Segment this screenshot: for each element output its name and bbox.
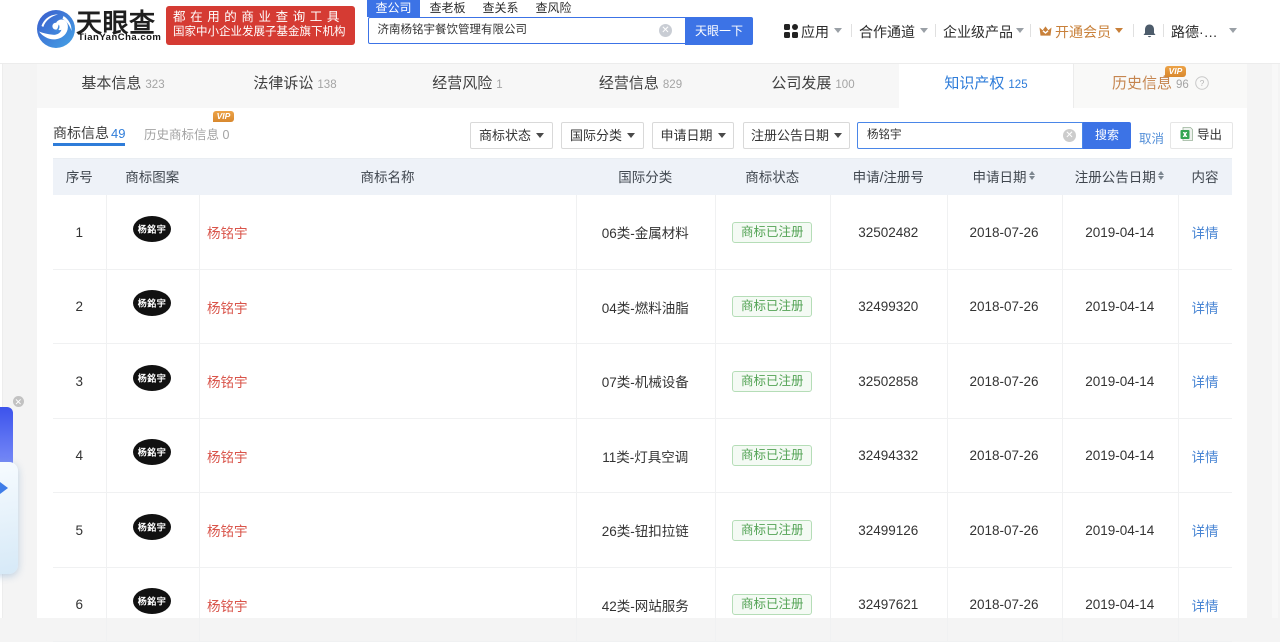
- svg-text:杨銘宇: 杨銘宇: [138, 596, 167, 607]
- svg-text:杨銘宇: 杨銘宇: [138, 298, 167, 309]
- svg-text:杨銘宇: 杨銘宇: [138, 223, 167, 234]
- svg-text:杨銘宇: 杨銘宇: [138, 521, 167, 532]
- svg-text:杨銘宇: 杨銘宇: [138, 372, 167, 383]
- svg-text:杨銘宇: 杨銘宇: [138, 447, 167, 458]
- svg-text:?: ?: [1200, 78, 1205, 88]
